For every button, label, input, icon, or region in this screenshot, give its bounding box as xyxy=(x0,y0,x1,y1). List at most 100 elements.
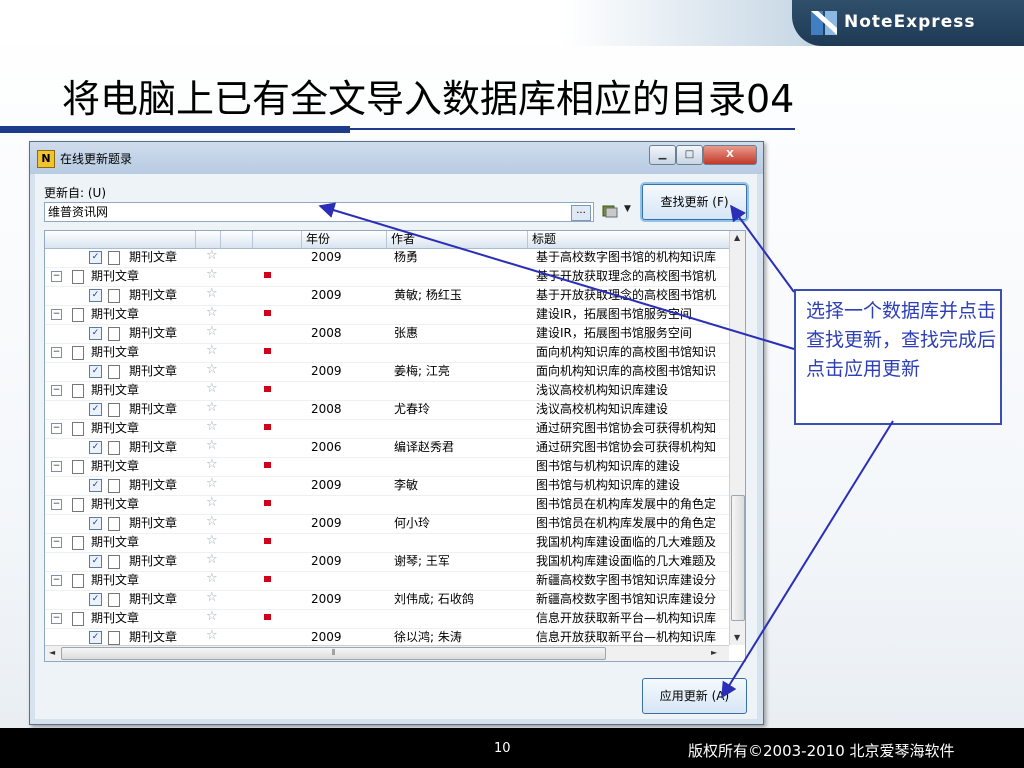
apply-update-button[interactable]: 应用更新 (A) xyxy=(642,678,747,714)
document-icon xyxy=(108,365,120,379)
table-row[interactable]: ✓ 期刊文章 ☆ 2008 张惠 建设IR，拓展图书馆服务空间 xyxy=(45,324,729,344)
row-category: 期刊文章 xyxy=(129,250,178,264)
star-icon[interactable]: ☆ xyxy=(206,628,218,643)
horizontal-scrollbar[interactable]: ◄ ⦀ ► xyxy=(45,645,729,661)
table-row[interactable]: ✓ 期刊文章 ☆ 2009 黄敏; 杨红玉 基于开放获取理念的高校图书馆机 xyxy=(45,286,729,306)
vertical-scrollbar[interactable]: ▲ ▼ xyxy=(729,231,745,645)
table-row[interactable]: ✓ 期刊文章 ☆ 2006 编译赵秀君 通过研究图书馆协会可获得机构知 xyxy=(45,438,729,458)
row-author: 刘伟成; 石收鸽 xyxy=(394,592,474,606)
group-row[interactable]: − 期刊文章 ☆ 图书馆与机构知识库的建设 xyxy=(45,457,729,477)
checkbox-icon[interactable]: ✓ xyxy=(89,631,102,644)
star-icon[interactable]: ☆ xyxy=(206,286,218,301)
checkbox-icon[interactable]: ✓ xyxy=(89,289,102,302)
checkbox-icon[interactable]: ✓ xyxy=(89,555,102,568)
expand-icon[interactable]: − xyxy=(51,537,62,548)
expand-icon[interactable]: − xyxy=(51,499,62,510)
row-year xyxy=(311,267,381,286)
row-title: 基于开放获取理念的高校图书馆机 xyxy=(536,288,717,302)
window-titlebar[interactable]: N 在线更新题录 ▁ □ X xyxy=(30,142,763,174)
header-col-year[interactable]: 年份 xyxy=(301,231,386,248)
expand-icon[interactable]: − xyxy=(51,613,62,624)
table-row[interactable]: ✓ 期刊文章 ☆ 2009 徐以鸿; 朱涛 信息开放获取新平台—机构知识库 xyxy=(45,628,729,645)
star-icon[interactable]: ☆ xyxy=(206,400,218,415)
checkbox-icon[interactable]: ✓ xyxy=(89,403,102,416)
database-dropdown-icon[interactable]: ▼ xyxy=(624,204,631,214)
star-icon[interactable]: ☆ xyxy=(206,552,218,567)
maximize-button[interactable]: □ xyxy=(676,145,703,165)
expand-icon[interactable]: − xyxy=(51,309,62,320)
group-row[interactable]: − 期刊文章 ☆ 浅议高校机构知识库建设 xyxy=(45,381,729,401)
star-icon[interactable]: ☆ xyxy=(206,324,218,339)
slide-title: 将电脑上已有全文导入数据库相应的目录04 xyxy=(62,77,795,121)
star-icon[interactable]: ☆ xyxy=(206,590,218,605)
star-icon[interactable]: ☆ xyxy=(206,362,218,377)
star-icon[interactable]: ☆ xyxy=(206,476,218,491)
scroll-up-icon[interactable]: ▲ xyxy=(734,233,740,242)
checkbox-icon[interactable]: ✓ xyxy=(89,479,102,492)
expand-icon[interactable]: − xyxy=(51,271,62,282)
group-row[interactable]: − 期刊文章 ☆ 图书馆员在机构库发展中的角色定 xyxy=(45,495,729,515)
star-icon[interactable]: ☆ xyxy=(206,419,218,434)
source-database-field[interactable]: 维普资讯网 xyxy=(44,202,594,222)
minimize-button[interactable]: ▁ xyxy=(649,145,676,165)
browse-button[interactable]: ... xyxy=(571,205,591,221)
star-icon[interactable]: ☆ xyxy=(206,343,218,358)
grid-rows: ✓ 期刊文章 ☆ 2009 杨勇 基于高校数字图书馆的机构知识库 − 期刊文章 ☆ 基于开放获取理… xyxy=(45,248,729,645)
star-icon[interactable]: ☆ xyxy=(206,609,218,624)
close-button[interactable]: X xyxy=(703,145,757,165)
table-row[interactable]: ✓ 期刊文章 ☆ 2008 尤春玲 浅议高校机构知识库建设 xyxy=(45,400,729,420)
checkbox-icon[interactable]: ✓ xyxy=(89,365,102,378)
star-icon[interactable]: ☆ xyxy=(206,267,218,282)
checkbox-icon[interactable]: ✓ xyxy=(89,441,102,454)
checkbox-icon[interactable]: ✓ xyxy=(89,517,102,530)
scroll-down-icon[interactable]: ▼ xyxy=(734,633,740,642)
star-icon[interactable]: ☆ xyxy=(206,248,218,263)
star-icon[interactable]: ☆ xyxy=(206,457,218,472)
group-row[interactable]: − 期刊文章 ☆ 信息开放获取新平台—机构知识库 xyxy=(45,609,729,629)
checkbox-icon[interactable]: ✓ xyxy=(89,593,102,606)
grid-header: 年份 作者 标题 xyxy=(45,231,729,249)
row-title: 我国机构库建设面临的几大难题及 xyxy=(536,554,717,568)
table-row[interactable]: ✓ 期刊文章 ☆ 2009 姜梅; 江亮 面向机构知识库的高校图书馆知识 xyxy=(45,362,729,382)
table-row[interactable]: ✓ 期刊文章 ☆ 2009 何小玲 图书馆员在机构库发展中的角色定 xyxy=(45,514,729,534)
scroll-left-icon[interactable]: ◄ xyxy=(49,648,55,657)
results-grid: 年份 作者 标题 ✓ 期刊文章 ☆ 2009 杨勇 基于高校数字图书馆的机构知识库 − 期刊文… xyxy=(44,230,746,662)
header-col-author[interactable]: 作者 xyxy=(386,231,526,248)
expand-icon[interactable]: − xyxy=(51,385,62,396)
find-update-button[interactable]: 查找更新 (F) xyxy=(642,184,747,220)
header-col-title[interactable]: 标题 xyxy=(527,231,729,248)
expand-icon[interactable]: − xyxy=(51,575,62,586)
row-author xyxy=(394,571,524,590)
group-row[interactable]: − 期刊文章 ☆ 新疆高校数字图书馆知识库建设分 xyxy=(45,571,729,591)
group-row[interactable]: − 期刊文章 ☆ 通过研究图书馆协会可获得机构知 xyxy=(45,419,729,439)
table-row[interactable]: ✓ 期刊文章 ☆ 2009 李敏 图书馆与机构知识库的建设 xyxy=(45,476,729,496)
expand-icon[interactable]: − xyxy=(51,347,62,358)
scroll-right-icon[interactable]: ► xyxy=(711,648,717,657)
group-row[interactable]: − 期刊文章 ☆ 我国机构库建设面临的几大难题及 xyxy=(45,533,729,553)
database-icon[interactable] xyxy=(601,203,619,219)
horizontal-scroll-thumb[interactable]: ⦀ xyxy=(61,647,606,660)
star-icon[interactable]: ☆ xyxy=(206,381,218,396)
table-row[interactable]: ✓ 期刊文章 ☆ 2009 谢琴; 王军 我国机构库建设面临的几大难题及 xyxy=(45,552,729,572)
star-icon[interactable]: ☆ xyxy=(206,571,218,586)
star-icon[interactable]: ☆ xyxy=(206,533,218,548)
star-icon[interactable]: ☆ xyxy=(206,495,218,510)
table-row[interactable]: ✓ 期刊文章 ☆ 2009 刘伟成; 石收鸽 新疆高校数字图书馆知识库建设分 xyxy=(45,590,729,610)
table-row[interactable]: ✓ 期刊文章 ☆ 2009 杨勇 基于高校数字图书馆的机构知识库 xyxy=(45,248,729,268)
group-row[interactable]: − 期刊文章 ☆ 建设IR，拓展图书馆服务空间 xyxy=(45,305,729,325)
group-row[interactable]: − 期刊文章 ☆ 基于开放获取理念的高校图书馆机 xyxy=(45,267,729,287)
vertical-scroll-thumb[interactable] xyxy=(731,495,745,621)
header-col-blank-3[interactable] xyxy=(252,231,297,248)
expand-icon[interactable]: − xyxy=(51,423,62,434)
row-title: 信息开放获取新平台—机构知识库 xyxy=(536,611,717,625)
group-row[interactable]: − 期刊文章 ☆ 面向机构知识库的高校图书馆知识 xyxy=(45,343,729,363)
checkbox-icon[interactable]: ✓ xyxy=(89,327,102,340)
checkbox-icon[interactable]: ✓ xyxy=(89,251,102,264)
expand-icon[interactable]: − xyxy=(51,461,62,472)
star-icon[interactable]: ☆ xyxy=(206,438,218,453)
star-icon[interactable]: ☆ xyxy=(206,514,218,529)
header-col-blank-1[interactable] xyxy=(195,231,220,248)
star-icon[interactable]: ☆ xyxy=(206,305,218,320)
header-col-blank-2[interactable] xyxy=(220,231,245,248)
row-year: 2009 xyxy=(311,288,342,302)
